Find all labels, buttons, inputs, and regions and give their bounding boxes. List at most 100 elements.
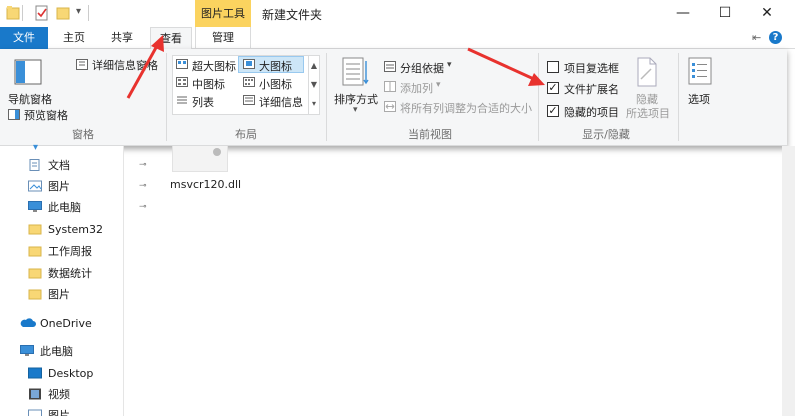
file-extensions-checkbox[interactable]: ✓ — [547, 82, 559, 94]
nav-item-pictures[interactable]: 图片 — [28, 405, 124, 416]
folder-icon — [28, 246, 42, 257]
hide-selected-line2[interactable]: 所选项目 — [626, 105, 670, 121]
pin-icon[interactable]: ⊸ — [139, 155, 147, 176]
preview-pane-button[interactable]: 预览窗格 — [24, 107, 68, 123]
ribbon-minimize-icon[interactable]: ⇤ — [752, 31, 761, 44]
onedrive-icon — [20, 318, 36, 327]
show-hide-group-label: 显示/隐藏 — [582, 128, 630, 141]
qa-separator — [22, 5, 23, 21]
group-separator — [166, 53, 167, 141]
maximize-button[interactable]: ☐ — [702, 0, 748, 27]
group-separator — [538, 53, 539, 141]
small-icons-icon — [243, 77, 255, 87]
details-view-icon — [243, 95, 255, 105]
sort-by-dropdown-icon[interactable]: ▾ — [353, 105, 358, 115]
tab-home[interactable]: 主页 — [52, 27, 96, 49]
navigation-pane-icon — [14, 59, 42, 85]
nav-item-pictures-folder[interactable]: 图片 — [28, 284, 124, 305]
details-pane-button[interactable]: 详细信息窗格 — [92, 57, 158, 73]
pin-icon[interactable]: ⊸ — [139, 197, 147, 218]
minimize-button[interactable]: — — [660, 0, 706, 27]
nav-item-label: Desktop — [48, 367, 94, 380]
layout-small-icons[interactable]: 小图标 — [259, 76, 292, 92]
close-button[interactable]: ✕ — [744, 0, 790, 27]
group-separator — [326, 53, 327, 141]
nav-item-label: 工作周报 — [48, 245, 92, 258]
computer-icon — [20, 345, 34, 356]
options-button[interactable]: 选项 — [688, 91, 710, 107]
properties-icon[interactable] — [35, 5, 49, 21]
layout-gallery-scroll[interactable]: ▲ ▼ ▾ — [308, 56, 319, 114]
tab-file[interactable]: 文件 — [0, 27, 48, 49]
options-icon — [688, 57, 712, 85]
nav-item-documents[interactable]: 文档 ⊸ — [28, 155, 147, 176]
group-by-icon — [384, 61, 396, 72]
pictures-icon — [28, 409, 42, 416]
add-columns-dropdown-icon[interactable]: ▾ — [436, 80, 441, 90]
navigation-pane-button[interactable]: 导航窗格 — [8, 91, 52, 107]
nav-item-onedrive[interactable]: OneDrive — [20, 313, 124, 334]
file-name: msvcr120.dll — [170, 178, 242, 191]
layout-details[interactable]: 详细信息 — [259, 94, 303, 110]
nav-item-videos[interactable]: 视频 — [28, 384, 124, 405]
hidden-items-label[interactable]: 隐藏的项目 — [564, 104, 619, 120]
video-icon — [29, 388, 41, 400]
group-by-dropdown-icon[interactable]: ▾ — [447, 60, 452, 70]
window-title: 新建文件夹 — [262, 8, 323, 22]
pane-group-label: 窗格 — [72, 128, 94, 141]
list-icon — [177, 96, 187, 104]
tab-view[interactable]: 查看 — [150, 27, 192, 50]
nav-item-label: System32 — [48, 223, 104, 236]
layout-group-label: 布局 — [235, 128, 257, 141]
layout-medium-icons[interactable]: 中图标 — [192, 76, 225, 92]
current-view-group-label: 当前视图 — [408, 128, 452, 141]
pin-icon[interactable]: ⊸ — [139, 176, 147, 197]
dll-file-icon — [172, 146, 228, 172]
ribbon-tab-bar: 文件 主页 共享 查看 管理 ⇤ ? — [0, 27, 795, 50]
tab-manage[interactable]: 管理 — [195, 27, 251, 49]
item-checkboxes-checkbox[interactable] — [547, 61, 559, 73]
folder-icon — [28, 289, 42, 300]
nav-item-statistics[interactable]: 数据统计 — [28, 263, 124, 284]
layout-extra-large-icons[interactable]: 超大图标 — [192, 58, 236, 74]
nav-item-label: 图片 — [48, 409, 70, 416]
hidden-items-checkbox[interactable]: ✓ — [547, 105, 559, 117]
explorer-window: ▾ 图片工具 新建文件夹 — ☐ ✕ 文件 主页 共享 查看 管理 ⇤ ? 导航… — [0, 0, 795, 416]
file-extensions-label[interactable]: 文件扩展名 — [564, 81, 619, 97]
nav-item-weekly-report[interactable]: 工作周报 — [28, 241, 124, 262]
medium-icons-icon — [176, 77, 188, 87]
qa-separator-2 — [88, 5, 89, 21]
picture-tools-context: 图片工具 — [195, 0, 251, 27]
title-bar: ▾ 图片工具 新建文件夹 — ☐ ✕ — [0, 0, 795, 27]
new-folder-icon[interactable] — [56, 5, 70, 21]
layout-list[interactable]: 列表 — [192, 94, 214, 110]
nav-item-label: 图片 — [48, 288, 70, 301]
nav-item-this-pc[interactable]: 此电脑 — [20, 341, 124, 362]
nav-item-system32[interactable]: System32 — [28, 219, 124, 240]
group-separator — [678, 53, 679, 141]
fit-columns-button[interactable]: 将所有列调整为合适的大小 — [400, 100, 532, 116]
collapse-arrow-icon[interactable]: ▾ — [33, 142, 38, 153]
sort-by-icon — [342, 57, 369, 86]
item-checkboxes-label[interactable]: 项目复选框 — [564, 60, 619, 76]
desktop-icon — [28, 367, 42, 379]
layout-large-icons[interactable]: 大图标 — [259, 58, 292, 74]
add-columns-button[interactable]: 添加列 — [400, 80, 433, 96]
nav-item-this-pc-pinned[interactable]: 此电脑 ⊸ — [28, 197, 147, 218]
group-by-button[interactable]: 分组依据 — [400, 60, 444, 76]
file-item[interactable]: msvcr120.dll — [160, 146, 242, 196]
folder-icon — [6, 6, 20, 20]
gear-icon — [213, 148, 221, 156]
vertical-scrollbar[interactable] — [782, 146, 795, 416]
nav-item-label: 数据统计 — [48, 267, 92, 280]
nav-item-label: 图片 — [48, 180, 70, 193]
ribbon-view: 导航窗格 预览窗格 详细信息窗格 窗格 超大图标 大图标 中图标 小图标 列表 … — [0, 49, 787, 146]
details-pane-icon — [76, 59, 88, 70]
qa-dropdown-icon[interactable]: ▾ — [76, 6, 81, 22]
tab-share[interactable]: 共享 — [100, 27, 144, 49]
nav-item-desktop[interactable]: Desktop — [28, 363, 124, 384]
nav-item-label: OneDrive — [40, 317, 92, 330]
help-icon[interactable]: ? — [769, 31, 782, 44]
nav-item-pictures-pinned[interactable]: 图片 ⊸ — [28, 176, 147, 197]
nav-item-label: 文档 — [48, 159, 70, 172]
